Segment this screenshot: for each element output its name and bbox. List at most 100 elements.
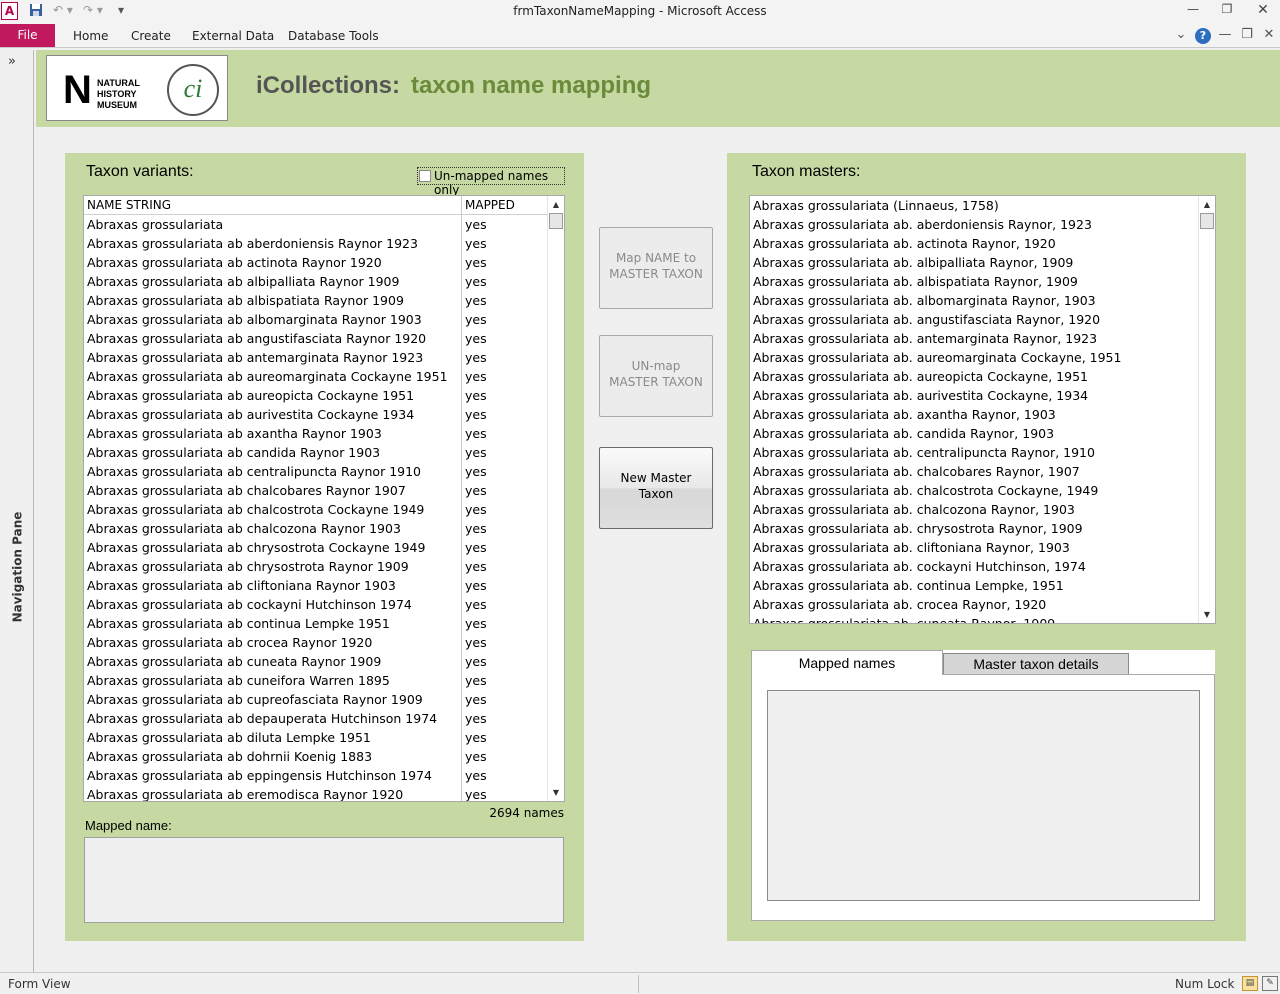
variant-row[interactable]: Abraxas grossulariata ab axantha Raynor … [84, 424, 547, 443]
tab-database-tools[interactable]: Database Tools [288, 29, 379, 43]
variant-row[interactable]: Abraxas grossulariata ab candida Raynor … [84, 443, 547, 462]
master-row[interactable]: Abraxas grossulariata ab. chalcostrota C… [750, 481, 1198, 500]
variant-row[interactable]: Abraxas grossulariata ab continua Lempke… [84, 614, 547, 633]
taxon-masters-panel: Taxon masters: Abraxas grossulariata (Li… [727, 153, 1246, 941]
ribbon-minimize-icon[interactable]: ⌄ [1172, 27, 1190, 42]
variant-row[interactable]: Abraxas grossulariata yes [84, 215, 547, 234]
master-row[interactable]: Abraxas grossulariata (Linnaeus, 1758) [750, 196, 1198, 215]
master-row[interactable]: Abraxas grossulariata ab. cuneata Raynor… [750, 614, 1198, 623]
doc-minimize-icon[interactable]: — [1216, 27, 1234, 42]
variant-row[interactable]: Abraxas grossulariata ab eremodisca Rayn… [84, 785, 547, 801]
master-row[interactable]: Abraxas grossulariata ab. chalcozona Ray… [750, 500, 1198, 519]
scroll-up-icon[interactable]: ▲ [1199, 196, 1215, 213]
unmapped-only-checkbox[interactable]: Un-mapped names only [417, 167, 565, 197]
master-row[interactable]: Abraxas grossulariata ab. chrysostrota R… [750, 519, 1198, 538]
variant-row[interactable]: Abraxas grossulariata ab chalcozona Rayn… [84, 519, 547, 538]
variant-mapped-cell: yes [465, 331, 487, 346]
navigation-pane[interactable]: » Navigation Pane [0, 50, 34, 972]
scroll-thumb[interactable] [1200, 213, 1214, 229]
variant-row[interactable]: Abraxas grossulariata ab actinota Raynor… [84, 253, 547, 272]
mapped-names-subform[interactable] [767, 690, 1200, 901]
master-row[interactable]: Abraxas grossulariata ab. chalcobares Ra… [750, 462, 1198, 481]
variant-row[interactable]: Abraxas grossulariata ab chalcostrota Co… [84, 500, 547, 519]
master-row[interactable]: Abraxas grossulariata ab. antemarginata … [750, 329, 1198, 348]
scroll-down-icon[interactable]: ▼ [548, 784, 564, 801]
master-row[interactable]: Abraxas grossulariata ab. candida Raynor… [750, 424, 1198, 443]
variant-row[interactable]: Abraxas grossulariata ab aureomarginata … [84, 367, 547, 386]
master-row[interactable]: Abraxas grossulariata ab. axantha Raynor… [750, 405, 1198, 424]
variant-row[interactable]: Abraxas grossulariata ab aurivestita Coc… [84, 405, 547, 424]
tab-external-data[interactable]: External Data [192, 29, 274, 43]
unmapped-only-box[interactable] [419, 170, 431, 182]
help-icon[interactable]: ? [1195, 28, 1211, 44]
close-button[interactable]: ✕ [1250, 2, 1276, 20]
restore-button[interactable]: ❐ [1214, 2, 1240, 20]
nav-pane-label[interactable]: Navigation Pane [11, 510, 25, 625]
master-row[interactable]: Abraxas grossulariata ab. aureopicta Coc… [750, 367, 1198, 386]
variant-row[interactable]: Abraxas grossulariata ab aureopicta Cock… [84, 386, 547, 405]
scroll-thumb[interactable] [549, 213, 563, 229]
variant-row[interactable]: Abraxas grossulariata ab cliftoniana Ray… [84, 576, 547, 595]
master-row[interactable]: Abraxas grossulariata ab. centralipuncta… [750, 443, 1198, 462]
variant-row[interactable]: Abraxas grossulariata ab depauperata Hut… [84, 709, 547, 728]
variant-row[interactable]: Abraxas grossulariata ab cupreofasciata … [84, 690, 547, 709]
tab-master-taxon-details[interactable]: Master taxon details [943, 653, 1129, 675]
variant-name-cell: Abraxas grossulariata ab aurivestita Coc… [87, 407, 415, 422]
doc-restore-icon[interactable]: ❐ [1238, 27, 1256, 42]
variant-name-cell: Abraxas grossulariata ab crocea Raynor 1… [87, 635, 373, 650]
variant-row[interactable]: Abraxas grossulariata ab angustifasciata… [84, 329, 547, 348]
master-row[interactable]: Abraxas grossulariata ab. aureomarginata… [750, 348, 1198, 367]
variant-row[interactable]: Abraxas grossulariata ab cuneata Raynor … [84, 652, 547, 671]
variant-mapped-cell: yes [465, 407, 487, 422]
doc-close-icon[interactable]: ✕ [1260, 27, 1278, 42]
taxon-masters-list[interactable]: Abraxas grossulariata (Linnaeus, 1758) Ab… [749, 195, 1216, 624]
scroll-down-icon[interactable]: ▼ [1199, 606, 1215, 623]
master-row[interactable]: Abraxas grossulariata ab. actinota Rayno… [750, 234, 1198, 253]
master-row[interactable]: Abraxas grossulariata ab. albipalliata R… [750, 253, 1198, 272]
variant-row[interactable]: Abraxas grossulariata ab centralipuncta … [84, 462, 547, 481]
variant-row[interactable]: Abraxas grossulariata ab albomarginata R… [84, 310, 547, 329]
tab-create[interactable]: Create [131, 29, 171, 43]
variants-scrollbar[interactable]: ▲ ▼ [547, 196, 564, 801]
masters-scrollbar[interactable]: ▲ ▼ [1198, 196, 1215, 623]
master-row[interactable]: Abraxas grossulariata ab. continua Lempk… [750, 576, 1198, 595]
column-header-mapped[interactable]: MAPPED [465, 198, 515, 212]
scroll-up-icon[interactable]: ▲ [548, 196, 564, 213]
map-name-to-master-button[interactable]: Map NAME to MASTER TAXON [599, 227, 713, 309]
master-row[interactable]: Abraxas grossulariata ab. angustifasciat… [750, 310, 1198, 329]
unmapped-only-label[interactable]: Un-mapped names only [434, 169, 564, 197]
variant-row[interactable]: Abraxas grossulariata ab chalcobares Ray… [84, 481, 547, 500]
variant-row[interactable]: Abraxas grossulariata ab dohrnii Koenig … [84, 747, 547, 766]
variant-row[interactable]: Abraxas grossulariata ab chrysostrota Ra… [84, 557, 547, 576]
variant-row[interactable]: Abraxas grossulariata ab cockayni Hutchi… [84, 595, 547, 614]
variant-row[interactable]: Abraxas grossulariata ab aberdoniensis R… [84, 234, 547, 253]
form-view-icon[interactable]: ▤ [1242, 976, 1258, 991]
tab-mapped-names[interactable]: Mapped names [751, 650, 943, 675]
variant-row[interactable]: Abraxas grossulariata ab chrysostrota Co… [84, 538, 547, 557]
mapped-name-field[interactable] [84, 837, 564, 923]
variant-row[interactable]: Abraxas grossulariata ab crocea Raynor 1… [84, 633, 547, 652]
taxon-variants-list[interactable]: NAME STRING MAPPED Abraxas grossulariata… [83, 195, 565, 802]
master-row[interactable]: Abraxas grossulariata ab. aberdoniensis … [750, 215, 1198, 234]
master-row[interactable]: Abraxas grossulariata ab. albomarginata … [750, 291, 1198, 310]
file-tab[interactable]: File [0, 24, 55, 47]
variant-row[interactable]: Abraxas grossulariata ab albipalliata Ra… [84, 272, 547, 291]
unmap-master-taxon-button[interactable]: UN-map MASTER TAXON [599, 335, 713, 417]
master-row[interactable]: Abraxas grossulariata ab. cockayni Hutch… [750, 557, 1198, 576]
master-row[interactable]: Abraxas grossulariata ab. crocea Raynor,… [750, 595, 1198, 614]
new-master-taxon-button[interactable]: New Master Taxon [599, 447, 713, 529]
design-view-icon[interactable]: ✎ [1262, 976, 1278, 991]
variant-row[interactable]: Abraxas grossulariata ab albispatiata Ra… [84, 291, 547, 310]
variant-row[interactable]: Abraxas grossulariata ab antemarginata R… [84, 348, 547, 367]
minimize-button[interactable]: — [1180, 2, 1206, 20]
variant-name-cell: Abraxas grossulariata ab chrysostrota Co… [87, 540, 426, 555]
tab-home[interactable]: Home [73, 29, 108, 43]
master-row[interactable]: Abraxas grossulariata ab. albispatiata R… [750, 272, 1198, 291]
master-row[interactable]: Abraxas grossulariata ab. aurivestita Co… [750, 386, 1198, 405]
variant-row[interactable]: Abraxas grossulariata ab eppingensis Hut… [84, 766, 547, 785]
variant-row[interactable]: Abraxas grossulariata ab diluta Lempke 1… [84, 728, 547, 747]
column-header-name-string[interactable]: NAME STRING [87, 198, 171, 212]
master-row[interactable]: Abraxas grossulariata ab. cliftoniana Ra… [750, 538, 1198, 557]
nav-expand-icon[interactable]: » [8, 54, 16, 69]
variant-row[interactable]: Abraxas grossulariata ab cuneifora Warre… [84, 671, 547, 690]
